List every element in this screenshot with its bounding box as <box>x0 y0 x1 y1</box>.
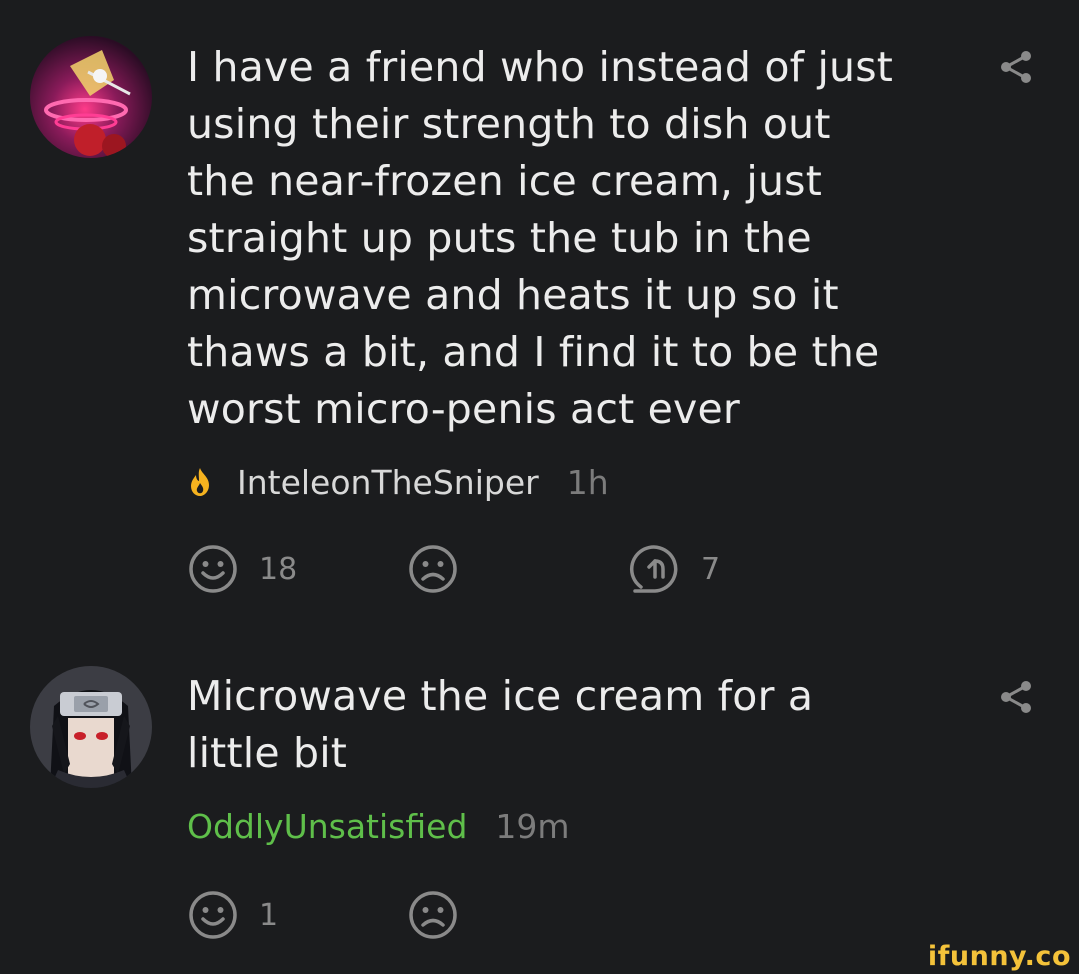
smile-button[interactable]: 18 <box>187 541 297 597</box>
comment-meta: OddlyUnsatisfied 19m <box>187 804 570 848</box>
frown-icon <box>409 545 457 593</box>
comment-actions: 1 <box>187 887 887 943</box>
timestamp: 19m <box>495 806 570 846</box>
share-button[interactable] <box>996 677 1036 717</box>
share-icon <box>1001 51 1031 83</box>
comment-text: Microwave the ice cream for a little bit <box>187 672 814 777</box>
ifunny-watermark: ifunny.co <box>927 941 1071 972</box>
smile-button[interactable]: 1 <box>187 887 278 943</box>
smile-count: 1 <box>259 897 279 933</box>
smile-icon <box>189 891 237 939</box>
username[interactable]: OddlyUnsatisfied <box>187 807 467 846</box>
user-avatar[interactable] <box>30 36 152 158</box>
comment-meta: InteleonTheSniper 1h <box>187 460 609 504</box>
avatar-image <box>30 666 152 788</box>
avatar-image <box>30 36 152 158</box>
reply-button[interactable]: 7 <box>629 541 720 597</box>
reply-icon <box>630 545 678 593</box>
share-button[interactable] <box>996 47 1036 87</box>
smile-icon <box>189 545 237 593</box>
comment-actions: 18 7 <box>187 541 887 597</box>
username[interactable]: InteleonTheSniper <box>237 463 539 502</box>
comments-screen: { "comments": [ { "text": "I have a frie… <box>0 0 1079 974</box>
reply-count: 7 <box>701 551 721 587</box>
user-avatar[interactable] <box>30 666 152 788</box>
frown-icon <box>409 891 457 939</box>
comment-text: I have a friend who instead of just usin… <box>187 43 894 433</box>
share-icon <box>1001 681 1031 713</box>
unsmile-button[interactable] <box>407 541 459 597</box>
smile-count: 18 <box>259 551 298 587</box>
timestamp: 1h <box>566 462 609 502</box>
flame-icon <box>191 468 209 496</box>
unsmile-button[interactable] <box>407 887 459 943</box>
